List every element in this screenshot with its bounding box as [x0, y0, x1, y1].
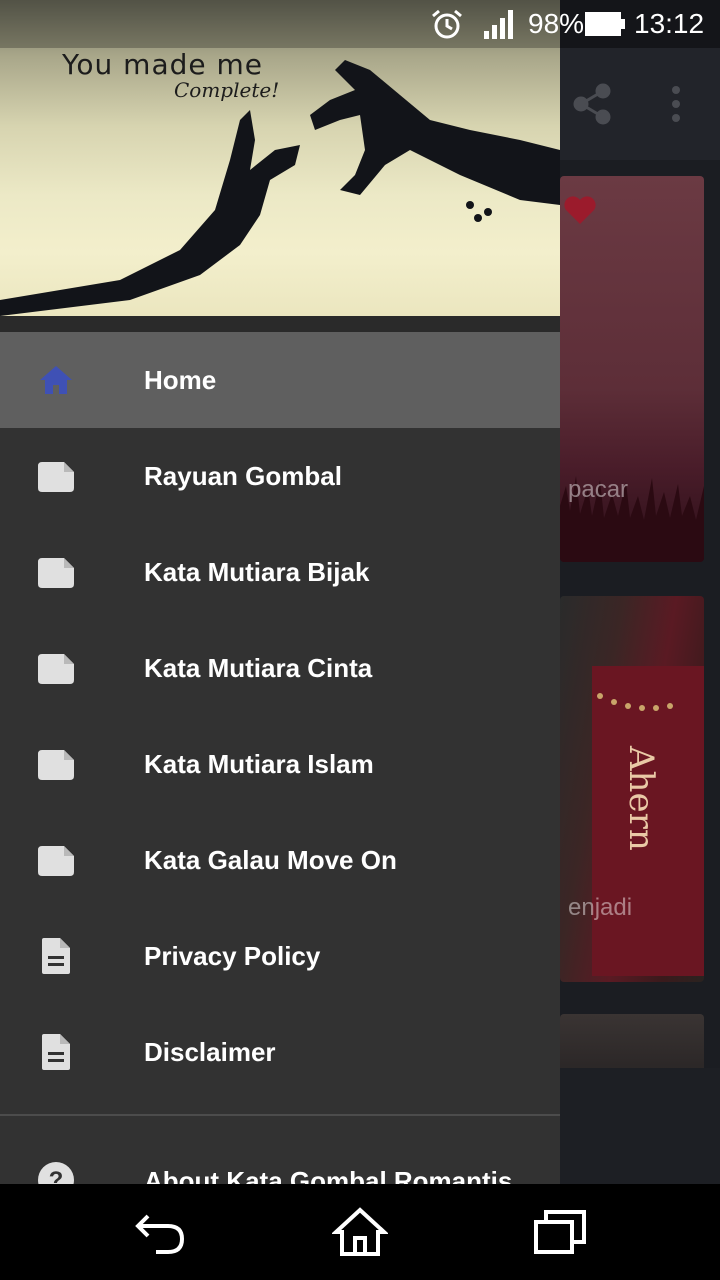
more-vert-icon[interactable]: [652, 80, 700, 128]
document-icon: [42, 1034, 70, 1070]
drawer-item-label: Kata Mutiara Islam: [144, 748, 374, 779]
alarm-icon: [432, 9, 462, 39]
drawer-item-label: Privacy Policy: [144, 940, 321, 971]
note-icon: [38, 750, 74, 780]
navigation-drawer[interactable]: You made me Complete! Home Rayuan Gombal: [0, 0, 560, 1184]
content-card[interactable]: [560, 1014, 704, 1074]
document-icon: [42, 938, 70, 974]
share-icon[interactable]: [568, 80, 616, 128]
card-pattern: Ahern: [592, 666, 704, 976]
drawer-item-about[interactable]: ? About Kata Gombal Romantis: [0, 1116, 560, 1184]
status-bar: 98% 13:12: [0, 0, 720, 48]
recents-icon: [534, 1210, 586, 1254]
svg-text:?: ?: [49, 1167, 64, 1184]
header-caption: You made me Complete!: [62, 48, 279, 102]
drawer-item-label: Kata Mutiara Bijak: [144, 556, 370, 587]
system-navigation-bar: [0, 1184, 720, 1280]
signal-icon: [484, 10, 513, 39]
content-card[interactable]: pacar: [560, 176, 704, 562]
drawer-item-rayuan-gombal[interactable]: Rayuan Gombal: [0, 428, 560, 524]
header-caption-line2: Complete!: [174, 78, 280, 102]
drawer-item-label: Rayuan Gombal: [144, 460, 342, 491]
drawer-item-kata-mutiara-islam[interactable]: Kata Mutiara Islam: [0, 716, 560, 812]
note-icon: [38, 846, 74, 876]
battery-percent: 98%: [528, 8, 585, 39]
drawer-item-home[interactable]: Home: [0, 332, 560, 428]
svg-text:Ahern: Ahern: [621, 745, 661, 851]
drawer-menu: Home Rayuan Gombal Kata Mutiara Bijak Ka…: [0, 332, 560, 1100]
drawer-item-label: About Kata Gombal Romantis: [144, 1166, 513, 1184]
home-icon: [332, 1207, 388, 1256]
content-card[interactable]: Ahern enjadi: [560, 596, 704, 982]
drawer-item-label: Kata Galau Move On: [144, 844, 397, 875]
note-icon: [38, 462, 74, 492]
drawer-item-label: Kata Mutiara Cinta: [144, 652, 373, 683]
note-icon: [38, 558, 74, 588]
card-caption: enjadi: [568, 894, 633, 921]
nav-back-button[interactable]: [130, 1202, 190, 1262]
card-caption: pacar: [568, 476, 629, 503]
heart-icon: [564, 196, 596, 224]
back-icon: [135, 1214, 185, 1254]
drawer-item-kata-mutiara-cinta[interactable]: Kata Mutiara Cinta: [0, 620, 560, 716]
drawer-item-kata-galau-move-on[interactable]: Kata Galau Move On: [0, 812, 560, 908]
home-icon: [40, 366, 72, 394]
header-caption-line1: You made me: [62, 48, 263, 81]
help-icon: ?: [38, 1162, 74, 1184]
bottom-area: [560, 1068, 720, 1184]
nav-recents-button[interactable]: [530, 1202, 590, 1262]
nav-home-button[interactable]: [330, 1202, 390, 1262]
note-icon: [38, 654, 74, 684]
drawer-item-disclaimer[interactable]: Disclaimer: [0, 1004, 560, 1100]
header-divider: [0, 316, 560, 332]
drawer-item-privacy-policy[interactable]: Privacy Policy: [0, 908, 560, 1004]
drawer-item-kata-mutiara-bijak[interactable]: Kata Mutiara Bijak: [0, 524, 560, 620]
drawer-item-label: Home: [144, 364, 217, 395]
battery-icon: [585, 12, 625, 36]
status-time: 13:12: [634, 8, 705, 39]
drawer-item-label: Disclaimer: [144, 1036, 276, 1067]
